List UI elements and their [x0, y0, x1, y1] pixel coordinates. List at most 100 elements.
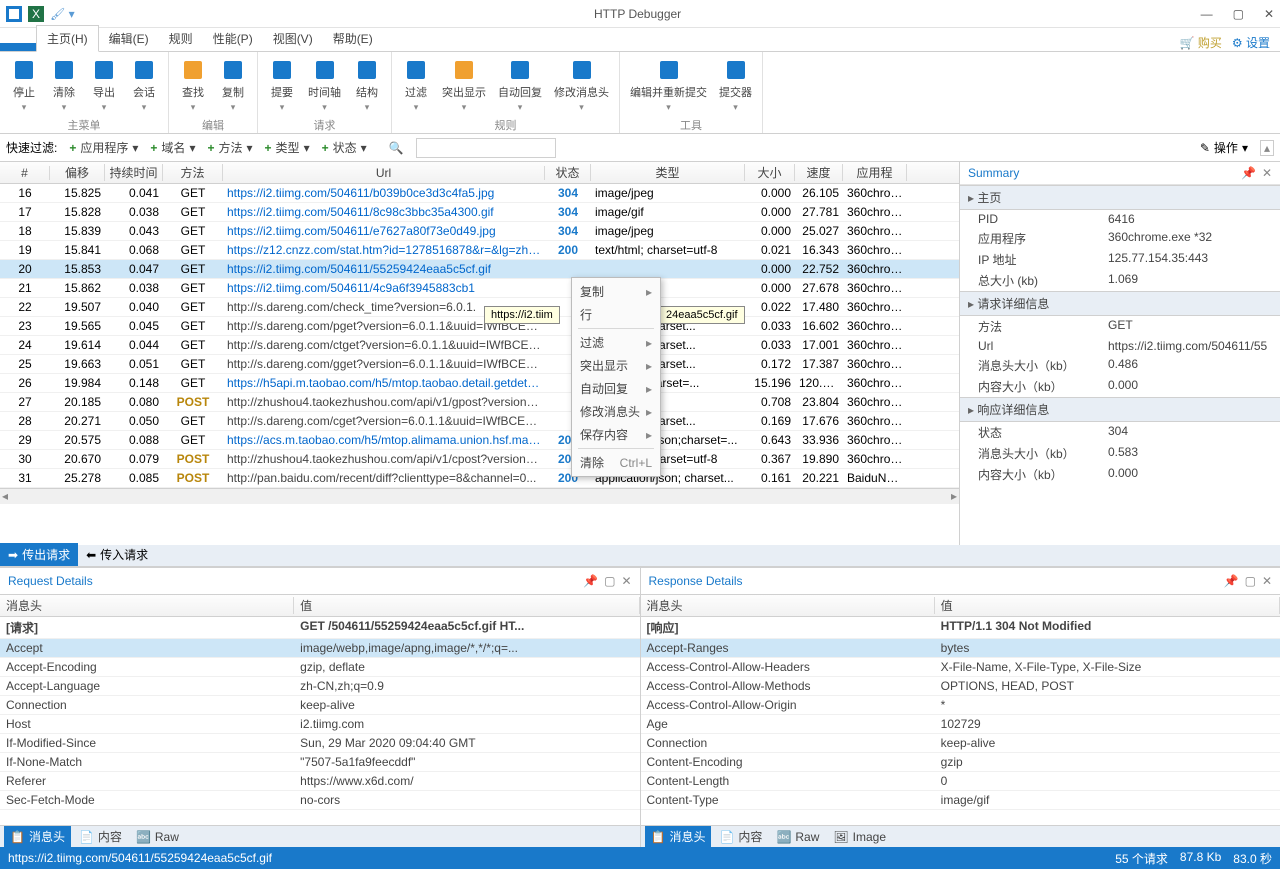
- filter-domain[interactable]: +域名 ▾: [150, 139, 195, 156]
- col-app[interactable]: 应用程: [843, 164, 907, 181]
- ribbon-button[interactable]: 停止▾: [6, 56, 42, 115]
- col-type[interactable]: 类型: [591, 164, 745, 181]
- context-menu-item[interactable]: 保存内容▸: [574, 423, 658, 446]
- table-row[interactable]: 2519.6630.051GEThttp://s.dareng.com/gget…: [0, 355, 959, 374]
- col-url[interactable]: Url: [223, 166, 545, 180]
- col-offset[interactable]: 偏移: [50, 164, 105, 181]
- tab-rules[interactable]: 规则: [159, 26, 203, 51]
- settings-link[interactable]: ⚙ 设置: [1232, 34, 1270, 51]
- ribbon-button[interactable]: 提要▾: [264, 56, 300, 115]
- table-row[interactable]: 2720.1850.080POSThttp://zhushou4.taokezh…: [0, 393, 959, 412]
- table-row[interactable]: 1815.8390.043GEThttps://i2.tiimg.com/504…: [0, 222, 959, 241]
- detail-row[interactable]: Sec-Fetch-Modeno-cors: [0, 791, 640, 810]
- operations-dropdown[interactable]: ✎ 操作 ▾: [1200, 139, 1248, 156]
- ribbon-button[interactable]: 查找▾: [175, 56, 211, 115]
- ribbon-button[interactable]: 时间轴▾: [304, 56, 345, 115]
- tab-outgoing[interactable]: ➡ 传出请求: [0, 543, 78, 566]
- detail-row[interactable]: Connectionkeep-alive: [0, 696, 640, 715]
- buy-link[interactable]: 🛒 购买: [1180, 34, 1222, 51]
- table-row[interactable]: 2015.8530.047GEThttps://i2.tiimg.com/504…: [0, 260, 959, 279]
- ribbon-button[interactable]: 过滤▾: [398, 56, 434, 115]
- horizontal-scrollbar[interactable]: [0, 488, 959, 504]
- tab-help[interactable]: 帮助(E): [323, 26, 383, 51]
- detail-row[interactable]: Hosti2.tiimg.com: [0, 715, 640, 734]
- res-col-value[interactable]: 值: [935, 597, 1280, 614]
- detail-row[interactable]: Age102729: [641, 715, 1280, 734]
- table-row[interactable]: 2820.2710.050GEThttp://s.dareng.com/cget…: [0, 412, 959, 431]
- close-button[interactable]: ✕: [1264, 7, 1274, 21]
- search-input[interactable]: [416, 138, 556, 158]
- brush-icon[interactable]: 🖌 ▾: [50, 7, 75, 21]
- tab-view[interactable]: 视图(V): [263, 26, 323, 51]
- ribbon-button[interactable]: 复制▾: [215, 56, 251, 115]
- col-method[interactable]: 方法: [163, 164, 223, 181]
- detail-row[interactable]: Access-Control-Allow-HeadersX-File-Name,…: [641, 658, 1280, 677]
- table-row[interactable]: 2920.5750.088GEThttps://acs.m.taobao.com…: [0, 431, 959, 450]
- table-row[interactable]: 2319.5650.045GEThttp://s.dareng.com/pget…: [0, 317, 959, 336]
- minimize-button[interactable]: —: [1201, 7, 1213, 21]
- close-icon[interactable]: ✕: [1262, 166, 1272, 180]
- detail-row[interactable]: Content-Length0: [641, 772, 1280, 791]
- res-col-header[interactable]: 消息头: [641, 597, 935, 614]
- tab-performance[interactable]: 性能(P): [203, 26, 263, 51]
- col-status[interactable]: 状态: [545, 164, 591, 181]
- table-row[interactable]: 1715.8280.038GEThttps://i2.tiimg.com/504…: [0, 203, 959, 222]
- detail-row[interactable]: Connectionkeep-alive: [641, 734, 1280, 753]
- context-menu-item[interactable]: 复制▸: [574, 280, 658, 303]
- ribbon-button[interactable]: 导出▾: [86, 56, 122, 115]
- restore-icon[interactable]: ▢: [604, 574, 615, 588]
- tab-image[interactable]: 🖼 Image: [827, 828, 892, 846]
- scroll-up-icon[interactable]: ▴: [1260, 140, 1274, 156]
- detail-row[interactable]: [响应]HTTP/1.1 304 Not Modified: [641, 617, 1280, 639]
- ribbon-button[interactable]: 会话▾: [126, 56, 162, 115]
- tab-content[interactable]: 📄 内容: [713, 826, 768, 847]
- table-row[interactable]: 2619.9840.148GEThttps://h5api.m.taobao.c…: [0, 374, 959, 393]
- summary-section-request[interactable]: 请求详细信息: [960, 291, 1280, 316]
- table-row[interactable]: 2419.6140.044GEThttp://s.dareng.com/ctge…: [0, 336, 959, 355]
- tab-edit[interactable]: 编辑(E): [99, 26, 159, 51]
- detail-row[interactable]: Acceptimage/webp,image/apng,image/*,*/*;…: [0, 639, 640, 658]
- pin-icon[interactable]: 📌: [1241, 166, 1256, 180]
- table-row[interactable]: 1915.8410.068GEThttps://z12.cnzz.com/sta…: [0, 241, 959, 260]
- context-menu-item[interactable]: 自动回复▸: [574, 377, 658, 400]
- ribbon-button[interactable]: 突出显示▾: [438, 56, 490, 115]
- tab-content[interactable]: 📄 内容: [73, 826, 128, 847]
- excel-icon[interactable]: X: [28, 6, 44, 22]
- col-speed[interactable]: 速度: [795, 164, 843, 181]
- tab-raw[interactable]: 🔤 Raw: [130, 828, 185, 846]
- table-row[interactable]: 3125.2780.085POSThttp://pan.baidu.com/re…: [0, 469, 959, 488]
- ribbon-button[interactable]: 清除▾: [46, 56, 82, 115]
- detail-row[interactable]: Accept-Rangesbytes: [641, 639, 1280, 658]
- detail-row[interactable]: Refererhttps://www.x6d.com/: [0, 772, 640, 791]
- filter-method[interactable]: +方法 ▾: [207, 139, 252, 156]
- col-size[interactable]: 大小: [745, 164, 795, 181]
- detail-row[interactable]: Access-Control-Allow-MethodsOPTIONS, HEA…: [641, 677, 1280, 696]
- detail-row[interactable]: Accept-Languagezh-CN,zh;q=0.9: [0, 677, 640, 696]
- tab-raw[interactable]: 🔤 Raw: [770, 828, 825, 846]
- tab-incoming[interactable]: ⬅ 传入请求: [78, 543, 156, 566]
- ribbon-button[interactable]: 结构▾: [349, 56, 385, 115]
- col-duration[interactable]: 持续时间: [105, 164, 163, 181]
- detail-row[interactable]: [请求]GET /504611/55259424eaa5c5cf.gif HT.…: [0, 617, 640, 639]
- maximize-button[interactable]: ▢: [1233, 7, 1244, 21]
- detail-row[interactable]: Content-Typeimage/gif: [641, 791, 1280, 810]
- ribbon-button[interactable]: 提交器▾: [715, 56, 756, 115]
- detail-row[interactable]: If-Modified-SinceSun, 29 Mar 2020 09:04:…: [0, 734, 640, 753]
- tab-home[interactable]: 主页(H): [36, 25, 99, 52]
- summary-section-response[interactable]: 响应详细信息: [960, 397, 1280, 422]
- detail-row[interactable]: Access-Control-Allow-Origin*: [641, 696, 1280, 715]
- filter-type[interactable]: +类型 ▾: [265, 139, 310, 156]
- close-icon[interactable]: ✕: [1262, 574, 1272, 588]
- req-col-header[interactable]: 消息头: [0, 597, 294, 614]
- context-menu-item[interactable]: 行: [574, 303, 658, 326]
- tab-headers[interactable]: 📋 消息头: [645, 826, 712, 847]
- context-menu-item[interactable]: 过滤▸: [574, 331, 658, 354]
- req-col-value[interactable]: 值: [294, 597, 639, 614]
- ribbon-button[interactable]: 编辑并重新提交▾: [626, 56, 711, 115]
- pin-icon[interactable]: 📌: [1224, 574, 1239, 588]
- filter-status[interactable]: +状态 ▾: [322, 139, 367, 156]
- restore-icon[interactable]: ▢: [1245, 574, 1256, 588]
- summary-section-main[interactable]: 主页: [960, 185, 1280, 210]
- col-number[interactable]: #: [0, 166, 50, 180]
- search-icon[interactable]: 🔍: [389, 141, 404, 155]
